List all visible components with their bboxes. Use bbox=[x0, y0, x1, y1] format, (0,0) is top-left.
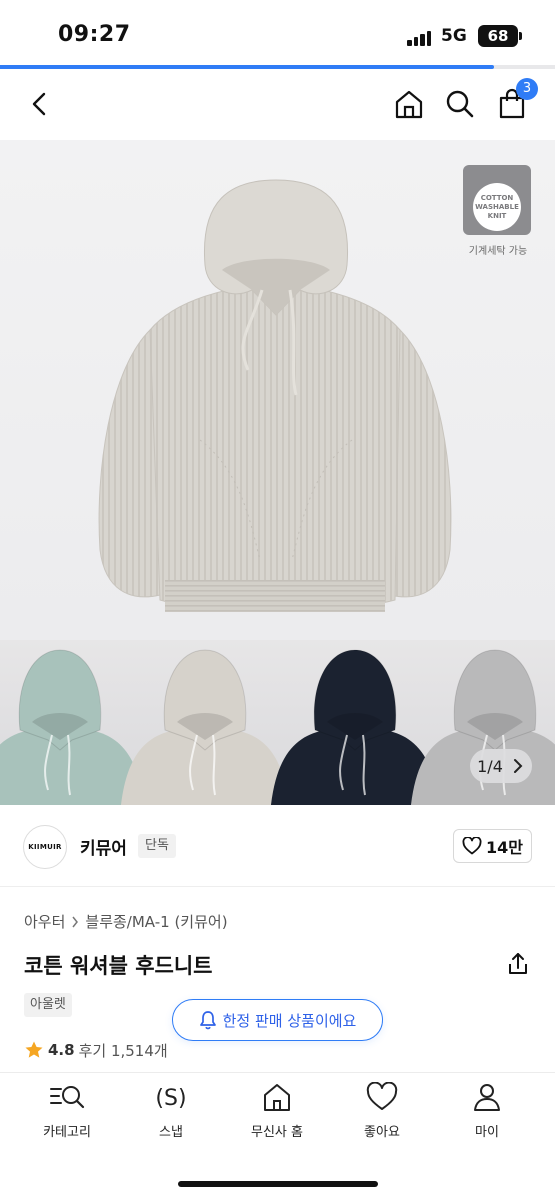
tab-snap-label: 스냅 bbox=[159, 1125, 183, 1140]
tab-snap[interactable]: (S) 스냅 bbox=[126, 1079, 216, 1149]
battery-icon: 68 bbox=[478, 25, 522, 47]
wash-badge-line-2: WASHABLE bbox=[475, 202, 519, 211]
search-icon bbox=[446, 90, 474, 118]
category-search-icon bbox=[50, 1086, 85, 1109]
brand-name[interactable]: 키뮤어 bbox=[80, 834, 127, 859]
breadcrumb: 아우터 블루종/MA-1 (키뮤어) bbox=[24, 911, 228, 932]
top-nav: 3 bbox=[0, 70, 555, 140]
star-icon bbox=[25, 1041, 43, 1058]
heart-icon bbox=[366, 1082, 398, 1110]
tab-home[interactable]: 무신사 홈 bbox=[232, 1079, 322, 1149]
cart-count-badge: 3 bbox=[516, 78, 538, 100]
outlet-tag: 아울렛 bbox=[24, 993, 72, 1017]
tab-category-label: 카테고리 bbox=[43, 1125, 91, 1140]
breadcrumb-item-category[interactable]: 블루종/MA-1 (키뮤어) bbox=[85, 911, 227, 932]
cart-button[interactable]: 3 bbox=[492, 78, 538, 124]
product-title: 코튼 워셔블 후드니트 bbox=[24, 954, 213, 978]
home-button[interactable] bbox=[389, 84, 429, 124]
signal-icon bbox=[407, 30, 433, 46]
back-button[interactable] bbox=[20, 84, 60, 124]
tab-likes[interactable]: 좋아요 bbox=[337, 1079, 427, 1149]
product-main-image[interactable]: COTTON WASHABLE KNIT 기계세탁 가능 bbox=[0, 140, 555, 640]
color-variant-thumb[interactable] bbox=[120, 649, 290, 805]
brand-like-button[interactable]: 14만 bbox=[453, 829, 532, 863]
like-count: 14만 bbox=[486, 838, 523, 857]
washable-badge-label: COTTON WASHABLE KNIT bbox=[473, 183, 521, 231]
wash-badge-line-1: COTTON bbox=[480, 193, 514, 202]
person-icon bbox=[474, 1084, 500, 1111]
share-icon bbox=[509, 953, 527, 974]
chevron-left-icon bbox=[32, 92, 46, 116]
exclusive-tag: 단독 bbox=[138, 834, 176, 858]
bell-icon bbox=[199, 1011, 216, 1030]
rating-row[interactable]: 4.8 후기 1,514개 bbox=[24, 1040, 168, 1060]
gallery-page-counter[interactable]: 1/4 bbox=[470, 749, 532, 783]
review-count: 후기 1,514개 bbox=[78, 1041, 168, 1060]
color-variant-thumb[interactable] bbox=[0, 649, 145, 805]
brand-logo[interactable]: KIIMUIR bbox=[23, 825, 67, 869]
status-time: 09:27 bbox=[58, 22, 131, 47]
network-type: 5G bbox=[441, 26, 467, 46]
home-indicator bbox=[178, 1181, 378, 1187]
color-variants-illustration bbox=[0, 649, 555, 805]
gallery-counter-text: 1/4 bbox=[477, 756, 503, 776]
tab-home-label: 무신사 홈 bbox=[251, 1125, 303, 1140]
washable-knit-badge: COTTON WASHABLE KNIT bbox=[463, 165, 531, 235]
heart-icon bbox=[462, 837, 482, 855]
page-load-progress bbox=[0, 65, 555, 69]
tab-my-label: 마이 bbox=[475, 1125, 499, 1140]
rating-value: 4.8 bbox=[48, 1041, 75, 1059]
breadcrumb-item-outer[interactable]: 아우터 bbox=[24, 911, 65, 932]
limited-sale-notice[interactable]: 한정 판매 상품이에요 bbox=[172, 999, 383, 1041]
snap-icon: (S) bbox=[155, 1086, 186, 1111]
tab-my[interactable]: 마이 bbox=[442, 1079, 532, 1149]
limited-sale-notice-text: 한정 판매 상품이에요 bbox=[222, 1011, 357, 1030]
tab-category[interactable]: 카테고리 bbox=[22, 1079, 112, 1149]
share-button[interactable] bbox=[505, 951, 531, 977]
search-button[interactable] bbox=[440, 84, 480, 124]
tab-likes-label: 좋아요 bbox=[364, 1125, 400, 1140]
home-icon bbox=[264, 1084, 290, 1111]
color-variant-thumb[interactable] bbox=[270, 649, 440, 805]
color-variant-strip[interactable]: 1/4 bbox=[0, 640, 555, 805]
chevron-right-icon bbox=[513, 759, 523, 773]
wash-badge-line-3: KNIT bbox=[487, 211, 507, 220]
home-icon bbox=[395, 90, 423, 119]
svg-text:(S): (S) bbox=[155, 1086, 186, 1111]
page-load-progress-fill bbox=[0, 65, 494, 69]
chevron-right-icon bbox=[72, 916, 79, 927]
wash-badge-caption: 기계세탁 가능 bbox=[468, 246, 528, 257]
status-bar: 09:27 5G 68 bbox=[0, 0, 555, 62]
brand-row: KIIMUIR 키뮤어 단독 14만 bbox=[0, 805, 555, 887]
